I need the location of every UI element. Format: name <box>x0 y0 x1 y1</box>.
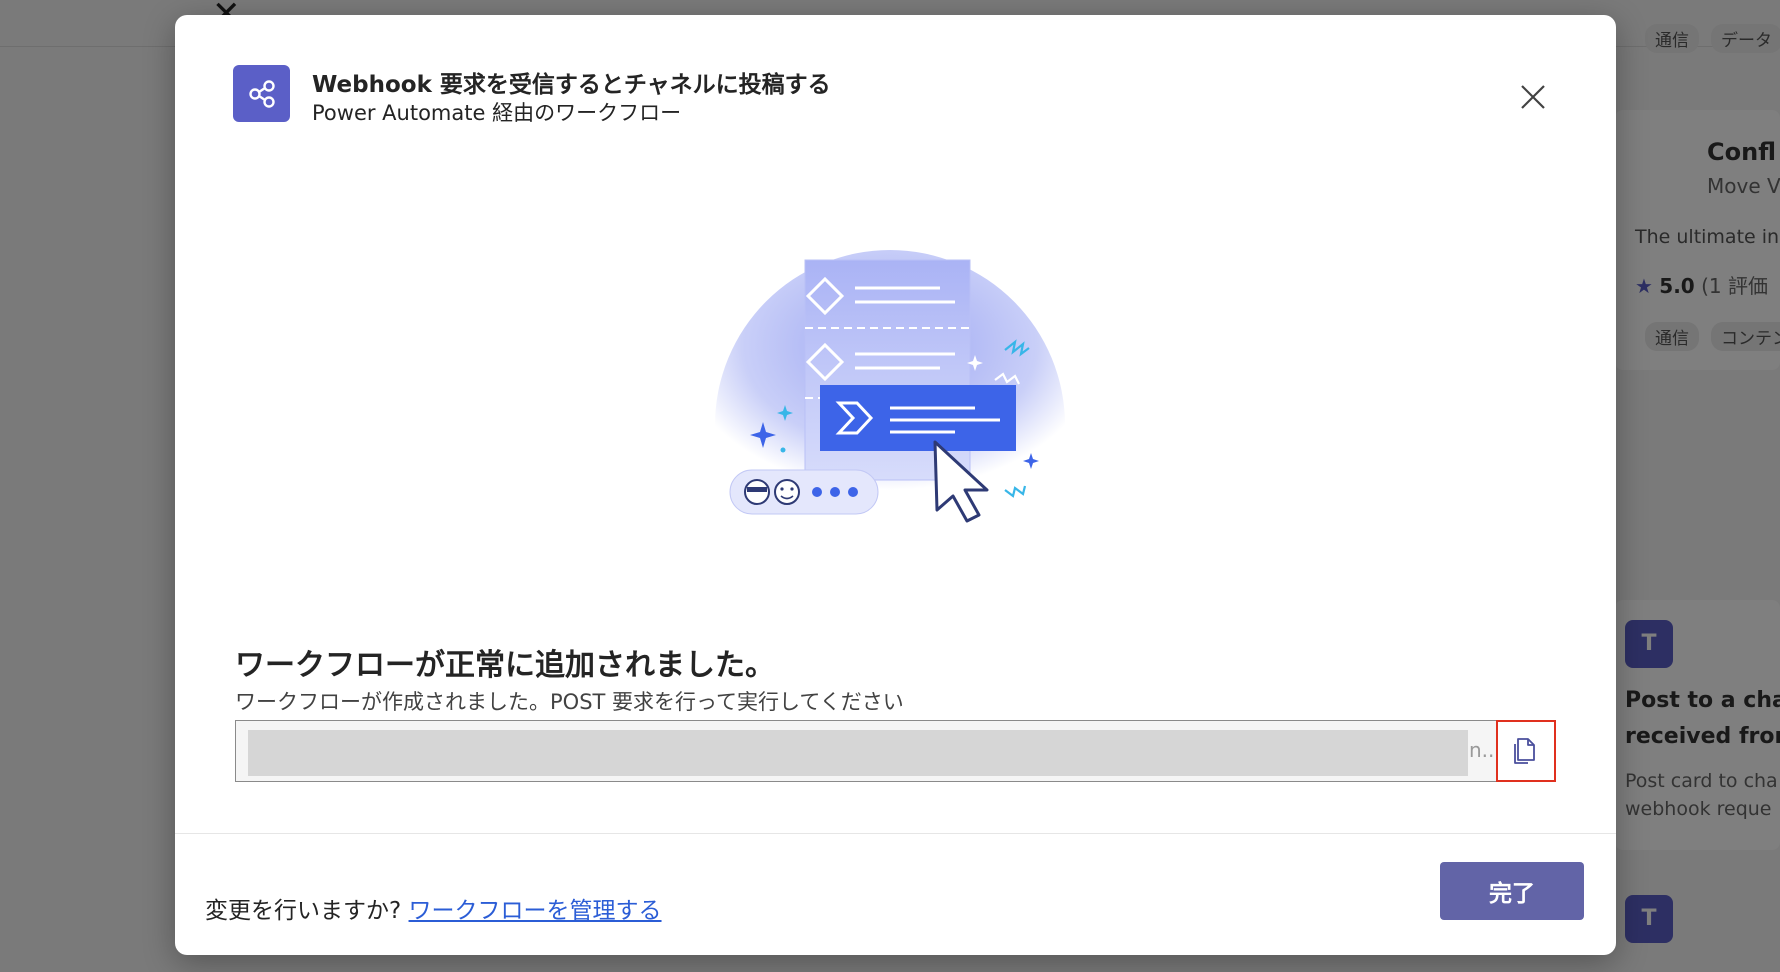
close-icon <box>1521 85 1545 109</box>
workflow-illustration <box>705 210 1085 540</box>
dialog-subtitle: Power Automate 経由のワークフロー <box>312 101 682 125</box>
close-button[interactable] <box>1513 77 1553 117</box>
dialog-title: Webhook 要求を受信するとチャネルに投稿する <box>312 72 831 98</box>
footer-question-text: 変更を行いますか? <box>205 898 402 924</box>
success-heading: ワークフローが正常に追加されました。 <box>235 648 775 683</box>
success-description: ワークフローが作成されました。POST 要求を行って実行してください <box>235 690 904 714</box>
footer: 変更を行いますか? ワークフローを管理する <box>205 891 662 925</box>
footer-divider <box>175 833 1616 834</box>
copy-icon <box>1514 738 1535 764</box>
webhook-url-value-redacted[interactable] <box>248 730 1468 776</box>
manage-workflow-link[interactable]: ワークフローを管理する <box>409 898 662 924</box>
webhook-share-icon <box>233 65 290 122</box>
workflow-success-dialog: Webhook 要求を受信するとチャネルに投稿する Power Automate… <box>175 15 1616 955</box>
webhook-url-field[interactable]: n... <box>235 720 1501 782</box>
done-button[interactable]: 完了 <box>1440 862 1584 920</box>
copy-url-button[interactable] <box>1496 720 1556 782</box>
